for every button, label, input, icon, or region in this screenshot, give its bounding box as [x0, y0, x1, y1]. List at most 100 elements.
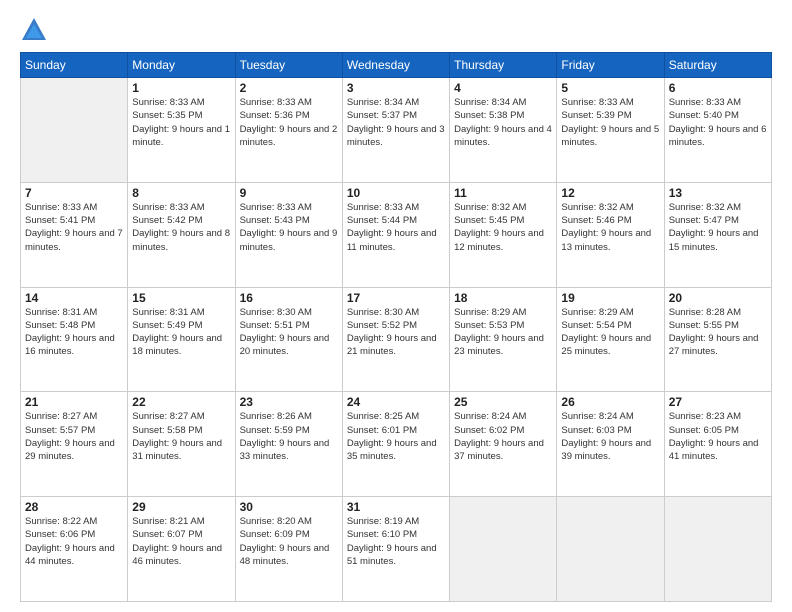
calendar-cell: 7Sunrise: 8:33 AMSunset: 5:41 PMDaylight…: [21, 182, 128, 287]
day-number: 5: [561, 81, 659, 95]
day-number: 27: [669, 395, 767, 409]
day-number: 30: [240, 500, 338, 514]
day-info: Sunrise: 8:29 AMSunset: 5:54 PMDaylight:…: [561, 306, 659, 359]
calendar-cell: 10Sunrise: 8:33 AMSunset: 5:44 PMDayligh…: [342, 182, 449, 287]
calendar-cell: 21Sunrise: 8:27 AMSunset: 5:57 PMDayligh…: [21, 392, 128, 497]
calendar-cell: [21, 78, 128, 183]
day-info: Sunrise: 8:33 AMSunset: 5:35 PMDaylight:…: [132, 96, 230, 149]
header: [20, 16, 772, 44]
day-number: 15: [132, 291, 230, 305]
calendar-cell: 30Sunrise: 8:20 AMSunset: 6:09 PMDayligh…: [235, 497, 342, 602]
calendar-cell: 12Sunrise: 8:32 AMSunset: 5:46 PMDayligh…: [557, 182, 664, 287]
day-info: Sunrise: 8:20 AMSunset: 6:09 PMDaylight:…: [240, 515, 338, 568]
page: SundayMondayTuesdayWednesdayThursdayFrid…: [0, 0, 792, 612]
day-number: 4: [454, 81, 552, 95]
calendar-cell: 8Sunrise: 8:33 AMSunset: 5:42 PMDaylight…: [128, 182, 235, 287]
day-number: 22: [132, 395, 230, 409]
day-number: 26: [561, 395, 659, 409]
day-number: 12: [561, 186, 659, 200]
day-number: 17: [347, 291, 445, 305]
day-info: Sunrise: 8:25 AMSunset: 6:01 PMDaylight:…: [347, 410, 445, 463]
calendar-cell: 16Sunrise: 8:30 AMSunset: 5:51 PMDayligh…: [235, 287, 342, 392]
day-number: 10: [347, 186, 445, 200]
calendar-header-sunday: Sunday: [21, 53, 128, 78]
day-number: 7: [25, 186, 123, 200]
day-info: Sunrise: 8:27 AMSunset: 5:57 PMDaylight:…: [25, 410, 123, 463]
calendar-week-row: 28Sunrise: 8:22 AMSunset: 6:06 PMDayligh…: [21, 497, 772, 602]
calendar-cell: 22Sunrise: 8:27 AMSunset: 5:58 PMDayligh…: [128, 392, 235, 497]
day-number: 11: [454, 186, 552, 200]
calendar-week-row: 14Sunrise: 8:31 AMSunset: 5:48 PMDayligh…: [21, 287, 772, 392]
day-info: Sunrise: 8:28 AMSunset: 5:55 PMDaylight:…: [669, 306, 767, 359]
day-number: 28: [25, 500, 123, 514]
day-info: Sunrise: 8:24 AMSunset: 6:02 PMDaylight:…: [454, 410, 552, 463]
logo: [20, 16, 50, 44]
calendar-cell: 25Sunrise: 8:24 AMSunset: 6:02 PMDayligh…: [450, 392, 557, 497]
calendar-cell: 27Sunrise: 8:23 AMSunset: 6:05 PMDayligh…: [664, 392, 771, 497]
day-number: 9: [240, 186, 338, 200]
day-info: Sunrise: 8:33 AMSunset: 5:41 PMDaylight:…: [25, 201, 123, 254]
calendar-cell: 4Sunrise: 8:34 AMSunset: 5:38 PMDaylight…: [450, 78, 557, 183]
calendar-cell: 31Sunrise: 8:19 AMSunset: 6:10 PMDayligh…: [342, 497, 449, 602]
calendar-cell: 17Sunrise: 8:30 AMSunset: 5:52 PMDayligh…: [342, 287, 449, 392]
calendar-cell: 1Sunrise: 8:33 AMSunset: 5:35 PMDaylight…: [128, 78, 235, 183]
calendar-cell: 24Sunrise: 8:25 AMSunset: 6:01 PMDayligh…: [342, 392, 449, 497]
day-info: Sunrise: 8:32 AMSunset: 5:46 PMDaylight:…: [561, 201, 659, 254]
calendar-cell: 14Sunrise: 8:31 AMSunset: 5:48 PMDayligh…: [21, 287, 128, 392]
calendar-cell: 6Sunrise: 8:33 AMSunset: 5:40 PMDaylight…: [664, 78, 771, 183]
calendar-header-thursday: Thursday: [450, 53, 557, 78]
calendar-header-wednesday: Wednesday: [342, 53, 449, 78]
day-number: 13: [669, 186, 767, 200]
calendar-header-friday: Friday: [557, 53, 664, 78]
day-info: Sunrise: 8:22 AMSunset: 6:06 PMDaylight:…: [25, 515, 123, 568]
day-info: Sunrise: 8:34 AMSunset: 5:37 PMDaylight:…: [347, 96, 445, 149]
calendar-cell: [664, 497, 771, 602]
calendar-header-row: SundayMondayTuesdayWednesdayThursdayFrid…: [21, 53, 772, 78]
day-number: 29: [132, 500, 230, 514]
day-info: Sunrise: 8:33 AMSunset: 5:43 PMDaylight:…: [240, 201, 338, 254]
day-number: 1: [132, 81, 230, 95]
day-number: 3: [347, 81, 445, 95]
calendar-cell: 11Sunrise: 8:32 AMSunset: 5:45 PMDayligh…: [450, 182, 557, 287]
calendar-cell: 19Sunrise: 8:29 AMSunset: 5:54 PMDayligh…: [557, 287, 664, 392]
day-info: Sunrise: 8:33 AMSunset: 5:39 PMDaylight:…: [561, 96, 659, 149]
day-info: Sunrise: 8:26 AMSunset: 5:59 PMDaylight:…: [240, 410, 338, 463]
calendar-cell: 5Sunrise: 8:33 AMSunset: 5:39 PMDaylight…: [557, 78, 664, 183]
day-info: Sunrise: 8:21 AMSunset: 6:07 PMDaylight:…: [132, 515, 230, 568]
calendar-header-monday: Monday: [128, 53, 235, 78]
day-number: 18: [454, 291, 552, 305]
day-info: Sunrise: 8:29 AMSunset: 5:53 PMDaylight:…: [454, 306, 552, 359]
day-info: Sunrise: 8:33 AMSunset: 5:36 PMDaylight:…: [240, 96, 338, 149]
calendar-cell: 23Sunrise: 8:26 AMSunset: 5:59 PMDayligh…: [235, 392, 342, 497]
calendar-cell: 29Sunrise: 8:21 AMSunset: 6:07 PMDayligh…: [128, 497, 235, 602]
calendar-cell: 28Sunrise: 8:22 AMSunset: 6:06 PMDayligh…: [21, 497, 128, 602]
calendar-header-tuesday: Tuesday: [235, 53, 342, 78]
calendar-cell: [450, 497, 557, 602]
logo-icon: [20, 16, 48, 44]
day-info: Sunrise: 8:24 AMSunset: 6:03 PMDaylight:…: [561, 410, 659, 463]
calendar-header-saturday: Saturday: [664, 53, 771, 78]
calendar-cell: 20Sunrise: 8:28 AMSunset: 5:55 PMDayligh…: [664, 287, 771, 392]
day-info: Sunrise: 8:30 AMSunset: 5:52 PMDaylight:…: [347, 306, 445, 359]
day-info: Sunrise: 8:27 AMSunset: 5:58 PMDaylight:…: [132, 410, 230, 463]
day-info: Sunrise: 8:33 AMSunset: 5:42 PMDaylight:…: [132, 201, 230, 254]
day-number: 20: [669, 291, 767, 305]
day-info: Sunrise: 8:32 AMSunset: 5:47 PMDaylight:…: [669, 201, 767, 254]
day-info: Sunrise: 8:34 AMSunset: 5:38 PMDaylight:…: [454, 96, 552, 149]
day-number: 21: [25, 395, 123, 409]
day-number: 14: [25, 291, 123, 305]
day-info: Sunrise: 8:23 AMSunset: 6:05 PMDaylight:…: [669, 410, 767, 463]
calendar-cell: 2Sunrise: 8:33 AMSunset: 5:36 PMDaylight…: [235, 78, 342, 183]
day-info: Sunrise: 8:19 AMSunset: 6:10 PMDaylight:…: [347, 515, 445, 568]
calendar-cell: 26Sunrise: 8:24 AMSunset: 6:03 PMDayligh…: [557, 392, 664, 497]
calendar-week-row: 21Sunrise: 8:27 AMSunset: 5:57 PMDayligh…: [21, 392, 772, 497]
day-number: 6: [669, 81, 767, 95]
day-number: 19: [561, 291, 659, 305]
calendar-week-row: 1Sunrise: 8:33 AMSunset: 5:35 PMDaylight…: [21, 78, 772, 183]
day-info: Sunrise: 8:31 AMSunset: 5:49 PMDaylight:…: [132, 306, 230, 359]
calendar-cell: 3Sunrise: 8:34 AMSunset: 5:37 PMDaylight…: [342, 78, 449, 183]
calendar-cell: [557, 497, 664, 602]
day-number: 24: [347, 395, 445, 409]
day-info: Sunrise: 8:33 AMSunset: 5:44 PMDaylight:…: [347, 201, 445, 254]
calendar-cell: 18Sunrise: 8:29 AMSunset: 5:53 PMDayligh…: [450, 287, 557, 392]
